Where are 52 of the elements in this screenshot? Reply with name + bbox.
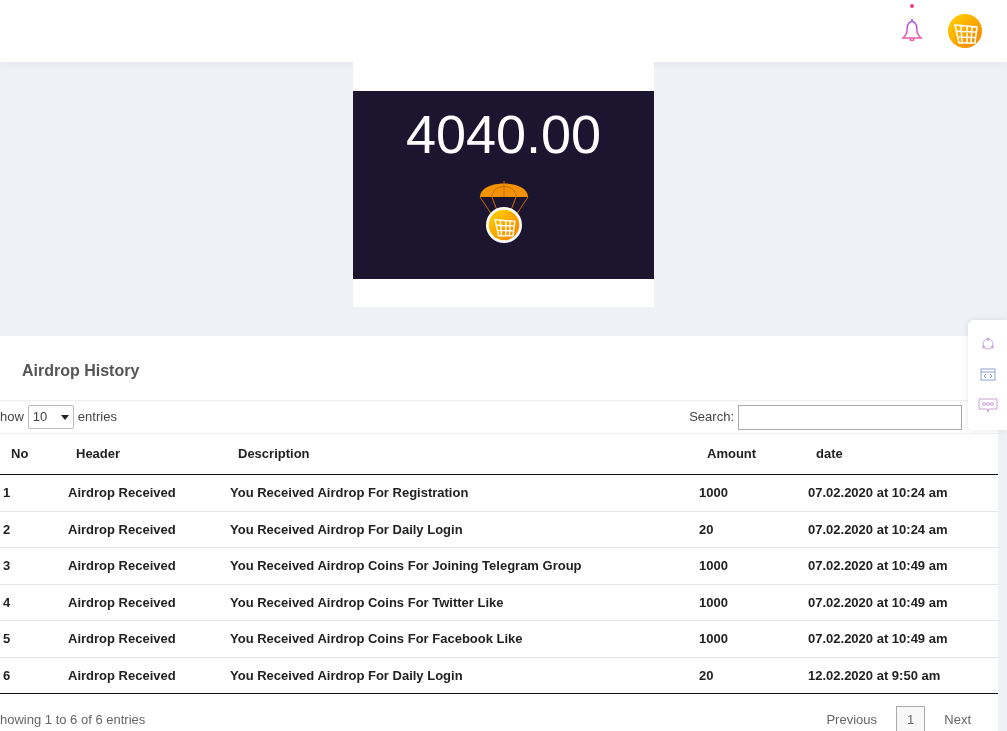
chat-icon[interactable] bbox=[977, 397, 998, 414]
table-cell: You Received Airdrop Coins For Twitter Like bbox=[230, 594, 504, 610]
table-cell: You Received Airdrop For Daily Login bbox=[230, 667, 463, 683]
bell-icon[interactable] bbox=[901, 18, 923, 44]
support-icon[interactable] bbox=[979, 336, 996, 351]
column-header[interactable]: Header bbox=[76, 446, 121, 462]
table-cell: 07.02.2020 at 10:24 am bbox=[808, 521, 948, 537]
table-cell: 1 bbox=[3, 485, 11, 500]
table-cell: You Received Airdrop Coins For Joining Telegram Group bbox=[230, 558, 582, 573]
pagination-link[interactable]: Next bbox=[933, 706, 982, 731]
table-cell: 20 bbox=[699, 521, 714, 537]
code-window-icon[interactable] bbox=[979, 367, 996, 381]
table-cell: 1000 bbox=[699, 558, 728, 573]
column-header[interactable]: date bbox=[816, 446, 843, 462]
section-title: Airdrop History bbox=[22, 362, 140, 379]
table-cell: 07.02.2020 at 10:49 am bbox=[808, 558, 948, 573]
search-field[interactable] bbox=[738, 404, 962, 430]
table-cell: Airdrop Received bbox=[68, 631, 176, 646]
table-cell: Airdrop Received bbox=[68, 667, 176, 683]
table-cell: 12.02.2020 at 9:50 am bbox=[808, 667, 941, 683]
column-header[interactable]: Amount bbox=[707, 446, 757, 462]
coin-logo-icon[interactable] bbox=[947, 13, 983, 49]
table-cell: Airdrop Received bbox=[68, 485, 176, 500]
table-cell: 07.02.2020 at 10:49 am bbox=[808, 631, 948, 646]
table-info: howing 1 to 6 of 6 entries bbox=[0, 711, 146, 729]
column-header[interactable]: No bbox=[11, 446, 29, 462]
length-label: entries bbox=[77, 408, 117, 427]
table-cell: Airdrop Received bbox=[68, 558, 176, 573]
table-cell: You Received Airdrop For Daily Login bbox=[230, 521, 463, 537]
table-cell: You Received Airdrop For Registration bbox=[230, 485, 469, 500]
table-cell: 1000 bbox=[699, 594, 728, 610]
caret-icon bbox=[60, 414, 69, 420]
table-cell: 1000 bbox=[699, 485, 728, 500]
table-cell: 4 bbox=[3, 594, 11, 610]
search-label: Search: bbox=[689, 408, 734, 427]
balance-amount: 4040.00 bbox=[404, 103, 603, 161]
column-header[interactable]: Description bbox=[238, 446, 310, 462]
table-cell: 5 bbox=[3, 631, 11, 646]
pagination-link[interactable]: 1 bbox=[896, 706, 926, 731]
length-label: how bbox=[0, 408, 24, 427]
table-cell: 3 bbox=[3, 558, 11, 573]
table-cell: 6 bbox=[3, 667, 11, 683]
table-cell: Airdrop Received bbox=[68, 521, 176, 537]
table-cell: 07.02.2020 at 10:49 am bbox=[808, 594, 948, 610]
table-cell: 1000 bbox=[699, 631, 728, 646]
table-cell: 20 bbox=[699, 667, 714, 683]
table-cell: Airdrop Received bbox=[68, 594, 176, 610]
pagination-link[interactable]: Previous bbox=[815, 706, 889, 731]
table-cell: You Received Airdrop Coins For Facebook Like bbox=[230, 631, 523, 646]
table-cell: 2 bbox=[3, 521, 11, 537]
page-length-select[interactable]: 10 bbox=[27, 405, 74, 429]
table-cell: 07.02.2020 at 10:24 am bbox=[808, 485, 948, 500]
